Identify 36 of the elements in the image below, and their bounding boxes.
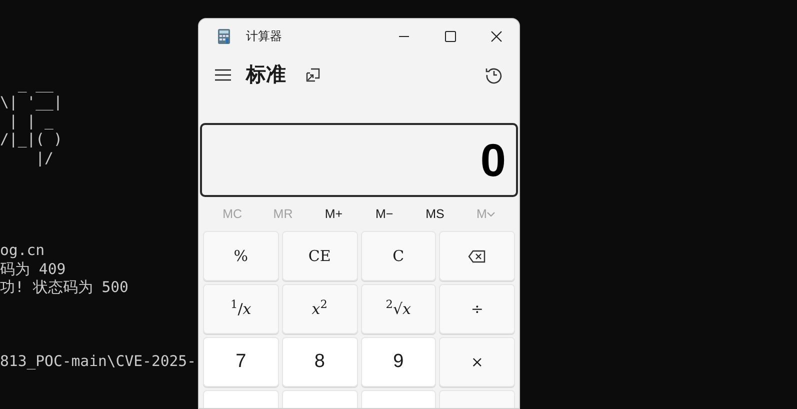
digit-key[interactable]: 8 <box>282 337 358 387</box>
operator-key[interactable]: $^{1}$/x <box>203 284 279 334</box>
operator-key[interactable]: × <box>439 337 515 387</box>
mode-title: 标准 <box>246 63 286 88</box>
operator-key[interactable]: x$^{2}$ <box>282 284 358 334</box>
calculator-icon <box>218 28 230 44</box>
keep-on-top-button[interactable] <box>304 66 322 84</box>
terminal-line: 码为 409 <box>0 260 67 279</box>
window-title: 计算器 <box>246 28 282 45</box>
operator-key[interactable]: % <box>203 231 279 281</box>
operator-key[interactable]: ÷ <box>439 284 515 334</box>
backspace-icon <box>468 250 486 262</box>
terminal-line: \| '__| <box>0 94 64 112</box>
chevron-down-icon <box>486 212 495 216</box>
keep-on-top-icon <box>305 67 321 83</box>
terminal-line: _ __ <box>16 76 54 94</box>
history-icon <box>485 66 503 84</box>
terminal-line: 功! 状态码为 500 <box>0 279 130 298</box>
menu-icon <box>215 69 231 81</box>
operator-key[interactable]: CE <box>282 231 358 281</box>
digit-key[interactable]: 9 <box>360 337 436 387</box>
operator-key[interactable]: C <box>360 231 436 281</box>
terminal-line: 813_POC-main\CVE-2025- <box>0 353 197 372</box>
display-field: 0 <box>200 123 518 197</box>
terminal-line: | | _ <box>8 112 54 131</box>
memory-button[interactable]: MS <box>410 204 460 224</box>
memory-button[interactable]: M− <box>359 204 410 224</box>
digit-key[interactable]: 7 <box>203 337 279 387</box>
backspace-button[interactable] <box>439 231 515 281</box>
terminal-line: |/ <box>34 150 54 168</box>
maximize-icon <box>444 30 456 42</box>
terminal-line: /|_|( ) <box>0 131 64 150</box>
close-icon <box>490 30 502 42</box>
terminal-line: og.cn <box>0 242 46 260</box>
operator-key[interactable]: $^{2}$√x <box>360 284 436 334</box>
memory-button[interactable]: M+ <box>308 204 360 224</box>
